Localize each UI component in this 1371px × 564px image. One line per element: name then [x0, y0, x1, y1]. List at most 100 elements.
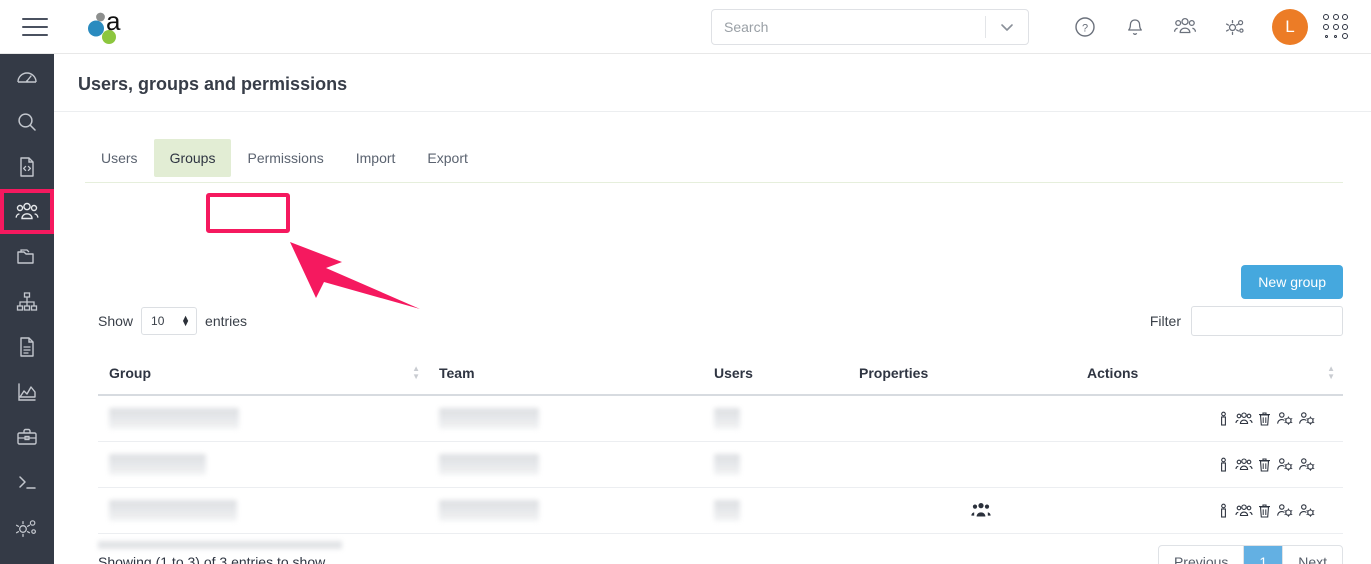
settings-gear-icon[interactable] — [1210, 0, 1260, 54]
sitemap-icon — [15, 290, 39, 314]
tab-export[interactable]: Export — [411, 139, 483, 177]
stepper-arrows-icon: ▲▼ — [181, 316, 190, 326]
table-row[interactable] — [98, 488, 1343, 534]
cell-users — [703, 488, 848, 533]
sidebar-item-folder[interactable] — [0, 234, 54, 279]
chevron-down-icon[interactable] — [986, 10, 1028, 44]
cell-actions — [1076, 396, 1343, 441]
user-settings-icon[interactable] — [1276, 503, 1293, 518]
app-launcher-grid-icon[interactable] — [1323, 14, 1349, 40]
filter-control: Filter — [1150, 306, 1343, 336]
left-sidebar — [0, 54, 54, 564]
sidebar-item-toolbox[interactable] — [0, 414, 54, 459]
column-header-group[interactable]: Group ▲▼ — [98, 365, 428, 381]
column-header-properties[interactable]: Properties — [848, 365, 1076, 381]
redacted-value — [714, 454, 740, 475]
user-config-icon[interactable] — [1298, 411, 1315, 426]
trash-icon[interactable] — [1258, 457, 1271, 473]
info-person-icon[interactable] — [1217, 457, 1230, 473]
sidebar-item-terminal[interactable] — [0, 459, 54, 504]
analytics-chart-icon — [15, 380, 39, 404]
table-row[interactable] — [98, 396, 1343, 442]
cell-properties — [848, 442, 1076, 487]
sidebar-item-users[interactable] — [0, 189, 54, 234]
user-settings-icon[interactable] — [1276, 457, 1293, 472]
entries-per-page-select[interactable]: 10 ▲▼ — [141, 307, 197, 335]
new-group-button[interactable]: New group — [1241, 265, 1343, 299]
tab-bar: Users Groups Permissions Import Export — [85, 139, 1343, 183]
cell-properties — [848, 396, 1076, 441]
info-person-icon[interactable] — [1217, 503, 1230, 519]
tab-users[interactable]: Users — [85, 139, 154, 177]
svg-text:?: ? — [1082, 23, 1088, 35]
table-row[interactable] — [98, 442, 1343, 488]
column-header-team[interactable]: Team — [428, 365, 703, 381]
users-group-icon[interactable] — [1235, 458, 1253, 472]
sidebar-item-search[interactable] — [0, 99, 54, 144]
tab-import[interactable]: Import — [340, 139, 412, 177]
sidebar-item-dashboard[interactable] — [0, 54, 54, 99]
sort-arrows-icon: ▲▼ — [1327, 366, 1335, 380]
sidebar-item-settings[interactable] — [0, 504, 54, 549]
document-icon — [15, 335, 39, 359]
annotation-arrow-icon — [286, 236, 426, 321]
sidebar-item-sitemap[interactable] — [0, 279, 54, 324]
column-label: Properties — [859, 365, 928, 381]
title-divider — [54, 111, 1371, 112]
help-icon[interactable]: ? — [1060, 0, 1110, 54]
cell-group — [98, 488, 428, 533]
tab-groups[interactable]: Groups — [154, 139, 232, 177]
column-header-actions[interactable]: Actions ▲▼ — [1076, 365, 1343, 381]
redacted-value — [714, 500, 740, 521]
user-avatar[interactable]: L — [1272, 9, 1308, 45]
users-group-icon[interactable] — [1235, 412, 1253, 426]
cell-team — [428, 396, 703, 441]
table-header-row: Group ▲▼ Team Users Properties Actions ▲… — [98, 352, 1343, 396]
trash-icon[interactable] — [1258, 503, 1271, 519]
folder-icon — [15, 245, 39, 269]
redacted-value — [109, 408, 239, 429]
users-group-icon[interactable] — [970, 502, 992, 519]
cell-actions — [1076, 488, 1343, 533]
cell-group — [98, 442, 428, 487]
logo-icon: a — [84, 6, 132, 48]
filter-input[interactable] — [1191, 306, 1343, 336]
cell-team — [428, 488, 703, 533]
redacted-value — [439, 408, 539, 429]
search-box[interactable] — [711, 9, 1029, 45]
column-header-users[interactable]: Users — [703, 365, 848, 381]
redacted-value — [109, 454, 206, 475]
info-person-icon[interactable] — [1217, 411, 1230, 427]
redacted-value — [714, 408, 740, 429]
hamburger-menu-icon[interactable] — [22, 18, 48, 36]
dashboard-gauge-icon — [15, 65, 39, 89]
cell-properties — [848, 488, 1076, 533]
code-file-icon — [15, 155, 39, 179]
cell-actions — [1076, 442, 1343, 487]
redacted-value — [439, 500, 539, 521]
users-group-icon[interactable] — [1160, 0, 1210, 54]
trash-icon[interactable] — [1258, 411, 1271, 427]
tab-permissions[interactable]: Permissions — [231, 139, 339, 177]
sidebar-item-document[interactable] — [0, 324, 54, 369]
notifications-bell-icon[interactable] — [1110, 0, 1160, 54]
show-label: Show — [98, 313, 133, 329]
column-label: Team — [439, 365, 475, 381]
user-config-icon[interactable] — [1298, 457, 1315, 472]
pagination-page-1[interactable]: 1 — [1244, 546, 1283, 564]
users-group-icon[interactable] — [1235, 504, 1253, 518]
user-config-icon[interactable] — [1298, 503, 1315, 518]
search-input[interactable] — [712, 10, 985, 44]
sidebar-item-code[interactable] — [0, 144, 54, 189]
top-bar: a ? L — [0, 0, 1371, 54]
app-logo[interactable]: a — [84, 6, 132, 48]
column-label: Group — [109, 365, 151, 381]
entries-label: entries — [205, 313, 247, 329]
cell-team — [428, 442, 703, 487]
groups-table: Group ▲▼ Team Users Properties Actions ▲… — [98, 352, 1343, 534]
pagination-next[interactable]: Next — [1283, 546, 1342, 564]
pagination-previous[interactable]: Previous — [1159, 546, 1244, 564]
top-bar-icons: ? L — [1060, 0, 1371, 54]
user-settings-icon[interactable] — [1276, 411, 1293, 426]
sidebar-item-analytics[interactable] — [0, 369, 54, 414]
